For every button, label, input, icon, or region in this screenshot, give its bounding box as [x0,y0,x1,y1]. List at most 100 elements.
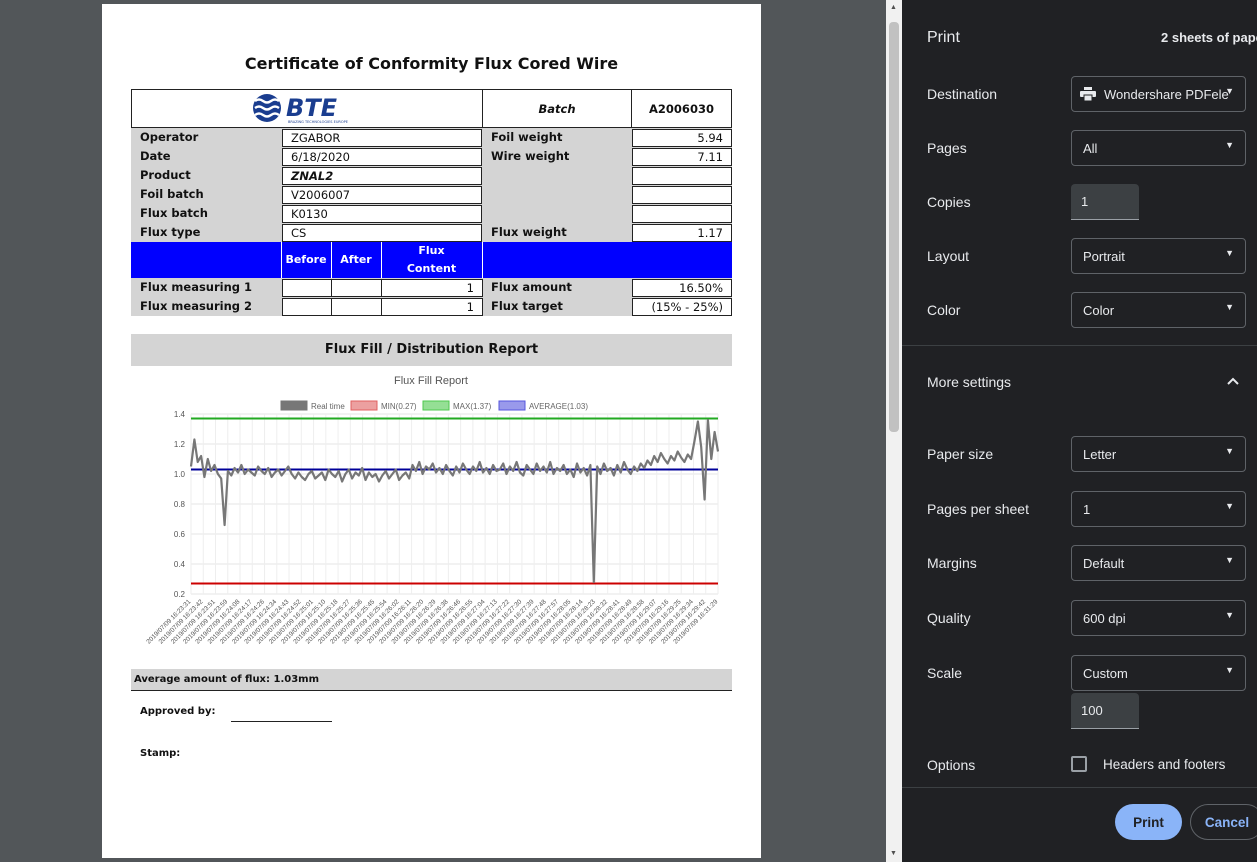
chevron-down-icon: ▼ [1225,610,1234,620]
logo-text: BTE [286,94,338,122]
stamp-label: Stamp: [140,748,181,759]
headers-footers-label[interactable]: Headers and footers [1103,757,1225,772]
legend-label: Real time [311,402,345,411]
destination-label: Destination [927,86,998,102]
scale-select[interactable]: Custom ▼ [1071,655,1246,691]
pages-select[interactable]: All ▼ [1071,130,1246,166]
legend-swatch [422,400,450,411]
info-label: Flux batch [140,206,208,220]
measure-right-value: (15% - 25%) [651,300,723,314]
margins-value: Default [1083,556,1125,571]
info-right-label: Flux weight [491,225,567,239]
copies-label: Copies [927,194,971,210]
batch-value: A2006030 [649,102,714,116]
layout-label: Layout [927,248,970,264]
bte-logo: BTE BRAZING TECHNOLOGIES EUROPE [253,94,348,124]
report-title: Flux Fill / Distribution Report [324,342,539,357]
quality-select[interactable]: 600 dpi ▼ [1071,600,1246,636]
sheet-count: 2 sheets of pape [1161,30,1257,45]
layout-value: Portrait [1083,249,1125,264]
info-value-box: ZNAL2 [282,167,482,185]
measure-content: 1 [466,281,474,295]
logo-cell: BTE BRAZING TECHNOLOGIES EUROPE [131,89,483,128]
info-right-value-box: 1.17 [632,224,732,242]
batch-label-cell: Batch [482,89,632,128]
y-tick-label: 0.4 [174,560,186,569]
chevron-down-icon: ▼ [1225,86,1234,96]
printer-icon [1080,87,1096,101]
batch-value-cell: A2006030 [631,89,732,128]
color-select[interactable]: Color ▼ [1071,292,1246,328]
info-right-value-box: 5.94 [632,129,732,147]
chevron-down-icon: ▼ [1225,140,1234,150]
legend-swatch [498,400,526,411]
measure-content: 1 [466,300,474,314]
measure-right-value: 16.50% [679,281,723,295]
chevron-down-icon: ▼ [1225,248,1234,258]
quality-label: Quality [927,610,971,626]
y-tick-label: 0.6 [174,530,186,539]
info-right-value-box [632,167,732,185]
y-tick-label: 0.2 [174,590,186,599]
after-header: After [340,253,372,266]
info-value: K0130 [291,207,328,221]
legend-swatch [280,400,308,411]
copies-input[interactable]: 1 [1071,184,1139,220]
quality-value: 600 dpi [1083,611,1126,626]
measure-content-box: 1 [381,279,483,297]
destination-select[interactable]: Wondershare PDFele ▼ [1071,76,1246,112]
info-label: Date [140,149,171,163]
more-settings-toggle[interactable]: More settings [902,346,1257,414]
measure-before-box [282,279,332,297]
layout-select[interactable]: Portrait ▼ [1071,238,1246,274]
margins-select[interactable]: Default ▼ [1071,545,1246,581]
scroll-up-icon[interactable]: ▲ [890,4,897,12]
paper-size-value: Letter [1083,447,1117,462]
pages-per-sheet-select[interactable]: 1 ▼ [1071,491,1246,527]
info-value: 6/18/2020 [291,150,350,164]
legend-swatch [350,400,378,411]
info-value-box: K0130 [282,205,482,223]
scale-custom-input[interactable]: 100 [1071,693,1139,729]
pages-label: Pages [927,140,967,156]
pages-per-sheet-label: Pages per sheet [927,501,1029,517]
info-right-value: 1.17 [697,226,723,240]
measure-content-box: 1 [381,298,483,316]
headers-footers-checkbox[interactable] [1071,756,1087,772]
approved-label: Approved by: [140,706,216,717]
preview-scrollbar[interactable]: ▲ ▼ [886,0,902,862]
pages-value: All [1083,141,1098,156]
info-value-box: 6/18/2020 [282,148,482,166]
info-label: Operator [140,130,199,144]
divider [902,787,1257,788]
signature-line [231,721,332,722]
info-right-value-box [632,205,732,223]
paper-size-select[interactable]: Letter ▼ [1071,436,1246,472]
legend-label: MIN(0.27) [381,402,417,411]
info-value: ZGABOR [291,131,341,145]
info-label: Foil batch [140,187,204,201]
scroll-down-icon[interactable]: ▼ [890,850,897,858]
chevron-down-icon: ▼ [1225,446,1234,456]
cancel-button[interactable]: Cancel [1190,804,1257,840]
destination-value: Wondershare PDFele [1104,87,1229,102]
measure-label: Flux measuring 2 [140,299,253,313]
info-value: CS [291,226,307,240]
measure-right-label: Flux target [491,299,563,313]
measure-header: Before After Flux Content [131,242,732,278]
scrollbar-thumb[interactable] [889,22,899,432]
flux-content-header-line2: Content [406,262,457,275]
more-settings-label: More settings [927,374,1012,390]
y-tick-label: 1.2 [174,440,186,449]
preview-page: Certificate of Conformity Flux Cored Wir… [102,4,761,858]
print-button[interactable]: Print [1115,804,1182,840]
info-value-box: ZGABOR [282,129,482,147]
chevron-down-icon: ▼ [1225,555,1234,565]
scale-value: Custom [1083,666,1128,681]
chevron-down-icon: ▼ [1225,665,1234,675]
info-right-label: Wire weight [491,149,570,163]
color-label: Color [927,302,961,318]
average-text: Average amount of flux: 1.03mm [134,674,319,685]
measure-before-box [282,298,332,316]
batch-label: Batch [538,102,576,116]
